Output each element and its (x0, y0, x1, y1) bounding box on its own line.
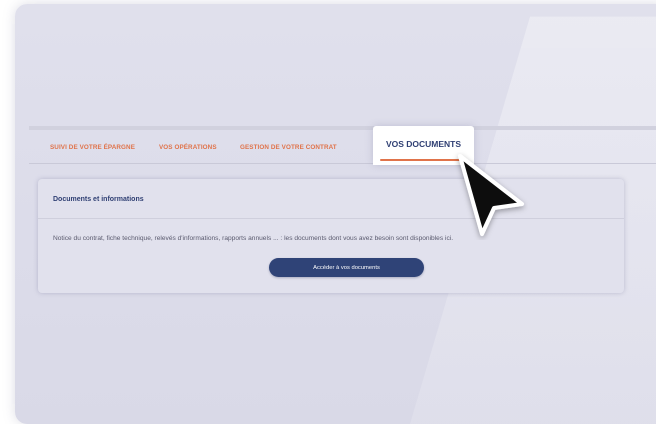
tab-bar: SUIVI DE VOTRE ÉPARGNE VOS OPÉRATIONS GE… (29, 126, 656, 165)
mouse-pointer-icon (458, 154, 524, 236)
card-divider (38, 218, 624, 219)
tab-documents-label: VOS DOCUMENTS (385, 139, 462, 149)
tab-suivi-epargne[interactable]: SUIVI DE VOTRE ÉPARGNE (50, 130, 135, 162)
card-description: Notice du contrat, fiche technique, rele… (53, 235, 454, 242)
documents-card: Documents et informations Notice du cont… (38, 179, 624, 293)
tab-gestion-contrat[interactable]: GESTION DE VOTRE CONTRAT (240, 130, 337, 162)
tab-operations[interactable]: VOS OPÉRATIONS (159, 130, 217, 162)
card-title: Documents et informations (53, 196, 144, 203)
access-documents-button[interactable]: Accéder à vos documents (269, 258, 424, 277)
